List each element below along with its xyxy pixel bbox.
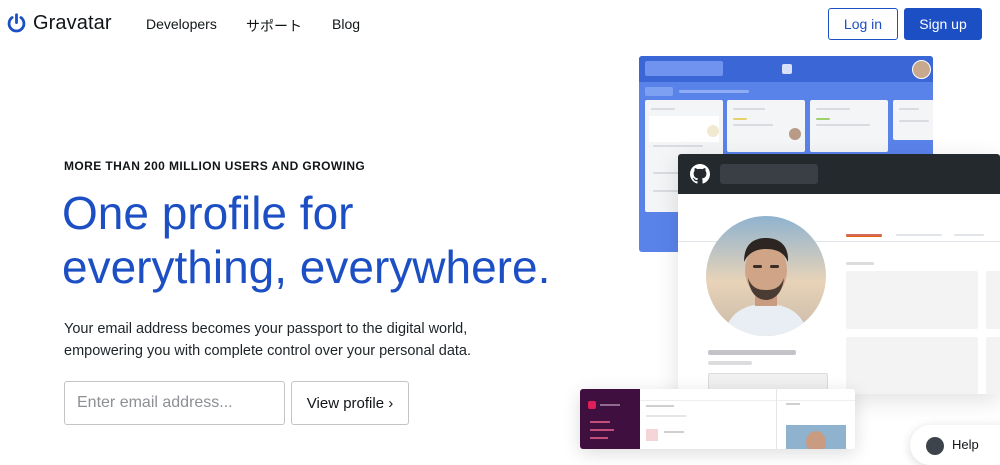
help-label: Help <box>952 437 979 452</box>
slack-message-line <box>646 415 686 417</box>
card-line <box>816 108 850 110</box>
repo-card <box>846 337 978 394</box>
trello-icon <box>782 64 792 74</box>
section-heading-line <box>846 262 874 265</box>
help-button[interactable]: Help <box>910 425 1000 465</box>
trello-breadcrumb <box>679 90 749 93</box>
slack-message-avatar <box>646 429 658 441</box>
profile-avatar <box>706 216 826 336</box>
slack-thread-divider <box>776 389 777 449</box>
trello-column <box>727 100 805 152</box>
repo-card <box>986 337 1000 394</box>
trello-column <box>893 100 933 140</box>
card-line <box>651 108 675 110</box>
github-topbar <box>678 154 1000 194</box>
card-avatar <box>789 128 801 140</box>
tab-overview <box>846 234 882 236</box>
subtext-line-1: Your email address becomes your passport… <box>64 321 468 337</box>
github-icon <box>690 164 710 184</box>
github-illustration <box>678 154 1000 394</box>
slack-channel-line <box>590 437 608 439</box>
card-line <box>653 145 703 147</box>
card-line <box>733 108 765 110</box>
tab-projects <box>954 234 984 236</box>
help-icon <box>926 437 944 455</box>
hero-eyebrow: MORE THAN 200 MILLION USERS AND GROWING <box>64 159 366 173</box>
slack-profile-photo <box>786 425 846 449</box>
trello-column <box>810 100 888 152</box>
headline-line-1: One profile for <box>62 187 354 239</box>
card-label <box>816 118 830 120</box>
card-dot <box>707 125 719 137</box>
signup-button[interactable]: Sign up <box>904 8 982 40</box>
slack-illustration <box>580 389 855 449</box>
repo-card <box>846 271 978 329</box>
trello-board-title <box>645 61 723 76</box>
slack-message-line <box>664 431 684 433</box>
repo-card <box>986 271 1000 329</box>
nav-support[interactable]: サポート <box>246 16 302 36</box>
card-line <box>816 124 870 126</box>
card-line <box>899 120 929 122</box>
trello-topbar <box>639 56 933 82</box>
gravatar-logo-icon <box>7 13 26 33</box>
slack-message-line <box>646 405 674 407</box>
slack-workspace-line <box>600 404 620 406</box>
slack-header <box>640 389 855 401</box>
nav-developers[interactable]: Developers <box>146 16 217 32</box>
gravatar-logo[interactable]: Gravatar <box>6 12 112 35</box>
view-profile-button[interactable]: View profile › <box>291 381 409 425</box>
nav-blog[interactable]: Blog <box>332 16 360 32</box>
card-line <box>733 124 773 126</box>
headline-line-2: everything, everywhere. <box>62 241 551 293</box>
profile-handle-line <box>708 361 752 365</box>
login-button[interactable]: Log in <box>828 8 898 40</box>
card-line <box>899 108 919 110</box>
slack-thread-line <box>786 403 800 405</box>
hero-headline: One profile for everything, everywhere. <box>62 186 582 294</box>
subtext-line-2: empowering you with complete control ove… <box>64 343 472 359</box>
slack-channel-line <box>590 421 610 423</box>
profile-name-line <box>708 350 796 355</box>
slack-logo-icon <box>588 401 596 409</box>
email-input[interactable] <box>64 381 285 425</box>
slack-channel-line <box>590 429 614 431</box>
trello-filter <box>645 87 673 96</box>
brand-name: Gravatar <box>33 12 112 34</box>
github-search-bar <box>720 164 818 184</box>
tab-repositories <box>896 234 942 236</box>
hero-subtext: Your email address becomes your passport… <box>64 318 524 362</box>
slack-sidebar <box>580 389 640 449</box>
trello-avatar <box>912 60 931 79</box>
card-label <box>733 118 747 120</box>
